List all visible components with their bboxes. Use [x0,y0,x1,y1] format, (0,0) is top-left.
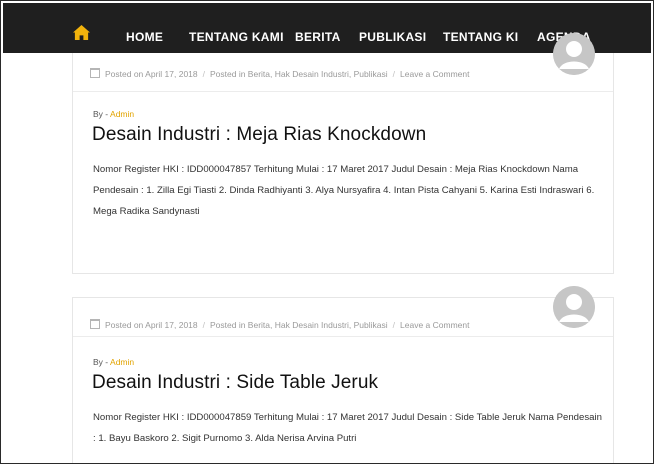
post-card: Posted on April 17, 2018/Posted in Berit… [72,286,614,463]
post-excerpt: Nomor Register HKI : IDD000047857 Terhit… [93,164,595,217]
post-byline: By - Admin [93,357,135,367]
post-date[interactable]: Posted on April 17, 2018 [105,69,198,79]
author-avatar[interactable] [553,286,595,328]
post-date[interactable]: Posted on April 17, 2018 [105,320,198,330]
nav-home[interactable]: HOME [126,30,163,44]
post-excerpt: Nomor Register HKI : IDD000047859 Terhit… [93,412,602,444]
nav-tentang-ki[interactable]: TENTANG KI [443,30,518,44]
post-title[interactable]: Desain Industri : Meja Rias Knockdown [92,124,426,146]
browser-frame: HOME TENTANG KAMI BERITA PUBLIKASI TENTA… [0,0,654,464]
post-categories[interactable]: Posted in Berita, Hak Desain Industri, P… [210,69,388,79]
nav-publikasi[interactable]: PUBLIKASI [359,30,426,44]
post-meta-row: Posted on April 17, 2018/Posted in Berit… [73,53,613,92]
post-title[interactable]: Desain Industri : Side Table Jeruk [92,372,378,394]
nav-tentang-kami[interactable]: TENTANG KAMI [189,30,284,44]
user-avatar-icon [553,33,595,75]
post-meta: Posted on April 17, 2018/Posted in Berit… [90,68,469,79]
post-categories[interactable]: Posted in Berita, Hak Desain Industri, P… [210,320,388,330]
author-link[interactable]: Admin [110,109,134,119]
author-link[interactable]: Admin [110,357,134,367]
post-meta-row: Posted on April 17, 2018/Posted in Berit… [73,298,613,337]
leave-comment-link[interactable]: Leave a Comment [400,69,469,79]
post-meta: Posted on April 17, 2018/Posted in Berit… [90,319,469,330]
leave-comment-link[interactable]: Leave a Comment [400,320,469,330]
nav-berita[interactable]: BERITA [295,30,341,44]
post-card: Posted on April 17, 2018/Posted in Berit… [72,33,614,274]
author-avatar[interactable] [553,33,595,75]
post-byline: By - Admin [93,109,135,119]
calendar-icon [90,68,100,78]
calendar-icon [90,319,100,329]
user-avatar-icon [553,286,595,328]
home-icon[interactable] [72,24,91,41]
